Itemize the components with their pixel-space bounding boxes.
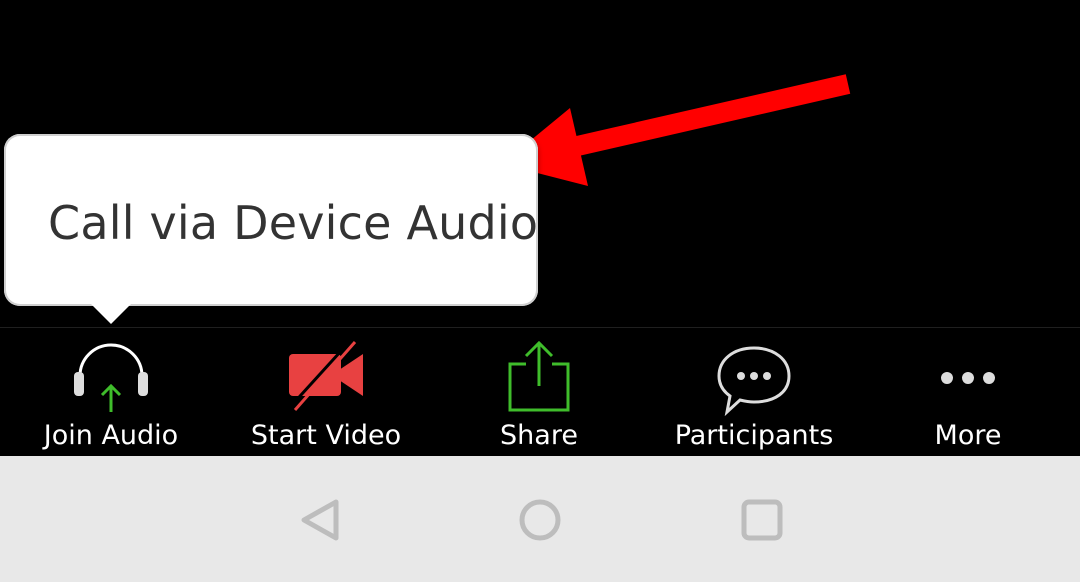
share-button[interactable]: Share [431, 328, 647, 456]
back-icon[interactable] [296, 496, 344, 544]
android-nav-bar [0, 456, 1080, 582]
start-video-label: Start Video [250, 420, 402, 451]
share-icon [508, 340, 570, 412]
join-audio-button[interactable]: Join Audio [3, 328, 219, 456]
join-audio-label: Join Audio [43, 420, 179, 451]
participants-button[interactable]: Participants [646, 328, 862, 456]
audio-tooltip[interactable]: Call via Device Audio [4, 134, 538, 306]
chat-bubble-icon [717, 346, 791, 416]
video-off-icon [289, 340, 363, 411]
home-icon[interactable] [516, 496, 564, 544]
more-label: More [934, 420, 1002, 451]
meeting-toolbar: Join Audio Start Video Share Participant… [0, 328, 1080, 456]
headphones-icon [74, 343, 148, 412]
participants-label: Participants [674, 420, 834, 451]
more-dots-icon [941, 372, 995, 384]
more-button[interactable]: More [860, 328, 1076, 456]
tooltip-text: Call via Device Audio [48, 196, 539, 250]
recents-icon[interactable] [738, 496, 786, 544]
start-video-button[interactable]: Start Video [218, 328, 434, 456]
tooltip-pointer [89, 302, 133, 324]
share-label: Share [500, 420, 578, 451]
